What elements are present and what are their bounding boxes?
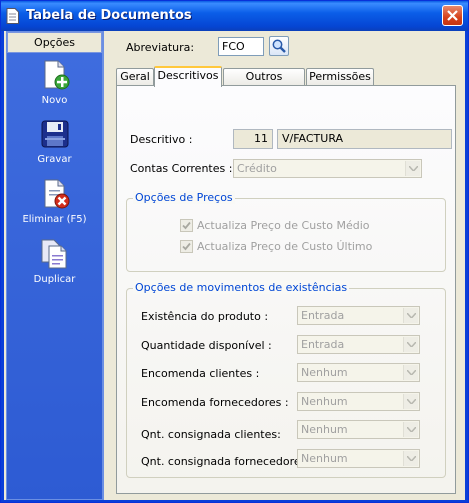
search-icon	[272, 39, 286, 53]
encomenda-fornecedores-label: Encomenda fornecedores :	[141, 396, 289, 409]
consignada-fornecedores-select[interactable]: Nenhum	[297, 449, 420, 468]
save-button-label: Gravar	[37, 154, 72, 165]
window-client: Opções Novo Gravar Eliminar (F5) Duplica…	[4, 31, 465, 500]
delete-button-label: Eliminar (F5)	[22, 214, 87, 225]
chevron-down-icon	[403, 394, 418, 409]
new-button[interactable]: Novo	[7, 59, 102, 106]
existencias-group: Opções de movimentos de existências Exis…	[126, 281, 446, 478]
check-icon	[182, 221, 191, 230]
chevron-down-icon	[403, 365, 418, 380]
quantidade-disponivel-label: Quantidade disponível :	[141, 339, 272, 352]
tab-geral[interactable]: Geral	[116, 68, 154, 85]
tab-descritivos[interactable]: Descritivos	[154, 66, 222, 87]
precos-group: Opções de Preços Actualiza Preço de Cust…	[126, 191, 446, 272]
consignada-clientes-select[interactable]: Nenhum	[297, 420, 420, 439]
sidebar-body: Novo Gravar Eliminar (F5) Duplicar	[7, 53, 102, 499]
new-button-label: Novo	[41, 95, 68, 106]
tab-permissoes[interactable]: Permissões	[306, 68, 374, 85]
sidebar-header[interactable]: Opções	[7, 32, 102, 53]
search-button[interactable]	[269, 36, 289, 56]
window: Tabela de Documentos Opções Novo Gravar …	[0, 0, 469, 503]
encomenda-clientes-select[interactable]: Nenhum	[297, 363, 420, 382]
duplicate-button[interactable]: Duplicar	[7, 238, 102, 285]
chevron-down-icon	[403, 422, 418, 437]
descritivo-text-field[interactable]: V/FACTURA	[277, 129, 452, 149]
descritivo-number-field: 11	[233, 129, 273, 149]
title-bar[interactable]: Tabela de Documentos	[1, 1, 468, 31]
close-icon	[447, 10, 458, 21]
existencia-produto-label: Existência do produto :	[141, 310, 269, 323]
new-document-icon	[44, 60, 69, 90]
descritivos-panel: Descritivo : 11 V/FACTURA Contas Corrent…	[116, 85, 456, 494]
main-area: Abreviatura: FCO Geral Descritivos Outro…	[108, 31, 465, 500]
quantidade-disponivel-select[interactable]: Entrada	[297, 335, 420, 354]
chevron-down-icon	[403, 451, 418, 466]
encomenda-fornecedores-select[interactable]: Nenhum	[297, 392, 420, 411]
check-icon	[182, 242, 191, 251]
tab-outros-campos[interactable]: Outros Campos	[223, 68, 305, 99]
consignada-fornecedores-label: Qnt. consignada fornecedores:	[141, 455, 311, 468]
delete-document-icon	[44, 179, 69, 209]
custo-ultimo-checkbox[interactable]	[180, 240, 193, 253]
save-button[interactable]: Gravar	[7, 118, 102, 165]
duplicate-document-icon	[41, 239, 66, 269]
options-sidebar: Opções Novo Gravar Eliminar (F5) Duplica…	[6, 31, 104, 500]
custo-medio-label: Actualiza Preço de Custo Médio	[197, 219, 370, 232]
precos-group-title: Opções de Preços	[133, 191, 235, 204]
close-button[interactable]	[442, 5, 463, 26]
existencia-produto-select[interactable]: Entrada	[297, 306, 420, 325]
custo-ultimo-label: Actualiza Preço de Custo Último	[197, 240, 373, 253]
save-disk-icon	[41, 120, 68, 148]
contas-correntes-label: Contas Correntes :	[130, 162, 233, 175]
chevron-down-icon	[405, 161, 420, 176]
chevron-down-icon	[403, 308, 418, 323]
duplicate-button-label: Duplicar	[33, 274, 76, 285]
abreviatura-input[interactable]: FCO	[218, 37, 264, 56]
chevron-down-icon	[403, 337, 418, 352]
window-title: Tabela de Documentos	[26, 8, 192, 23]
existencias-group-title: Opções de movimentos de existências	[133, 281, 350, 294]
delete-button[interactable]: Eliminar (F5)	[7, 178, 102, 225]
custo-medio-checkbox[interactable]	[180, 219, 193, 232]
encomenda-clientes-label: Encomenda clientes :	[141, 367, 260, 380]
contas-correntes-select[interactable]: Crédito	[233, 159, 422, 178]
consignada-clientes-label: Qnt. consignada clientes:	[141, 428, 281, 441]
abreviatura-label: Abreviatura:	[126, 41, 195, 54]
descritivo-label: Descritivo :	[130, 133, 193, 146]
document-icon	[6, 8, 19, 24]
